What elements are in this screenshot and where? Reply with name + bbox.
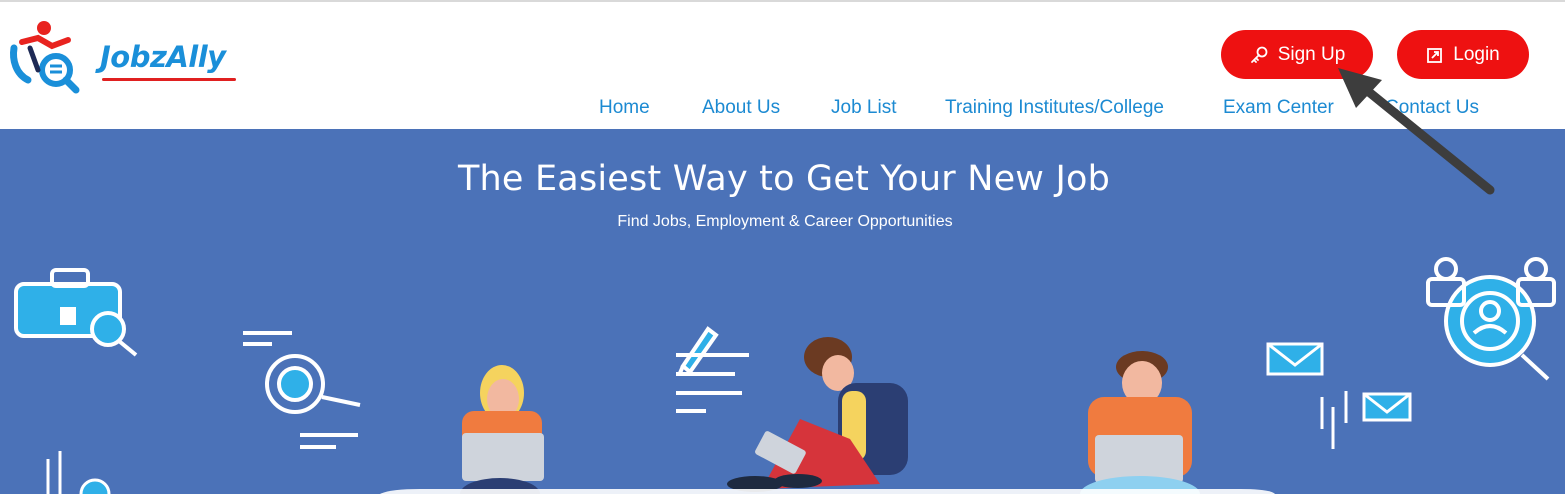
people-search-icon [1426, 257, 1556, 381]
pointer-arrow-icon [1338, 68, 1495, 195]
external-link-icon [1427, 47, 1443, 63]
man-sitting-illustration [727, 337, 908, 492]
woman-laptop-illustration [460, 365, 544, 494]
globe-search-icon [243, 331, 361, 449]
nav-home[interactable]: Home [599, 97, 650, 119]
nav-training-institutes[interactable]: Training Institutes/College [945, 97, 1164, 119]
nav-exam-center[interactable]: Exam Center [1223, 97, 1334, 119]
nav-job-list[interactable]: Job List [831, 97, 896, 119]
signup-label: Sign Up [1277, 43, 1346, 65]
envelope-icon [1266, 342, 1412, 422]
nav-about-us[interactable]: About Us [702, 97, 780, 119]
logo-underline [102, 78, 236, 81]
key-icon [1250, 46, 1268, 63]
brand-logo[interactable]: JobzAlly [8, 18, 238, 98]
magnifier-icon [90, 311, 138, 357]
logo-mark-icon [10, 21, 80, 94]
brand-name: JobzAlly [100, 40, 226, 74]
login-label: Login [1453, 43, 1500, 65]
man-laptop-illustration [1080, 351, 1200, 494]
pencil-icon [676, 326, 749, 413]
